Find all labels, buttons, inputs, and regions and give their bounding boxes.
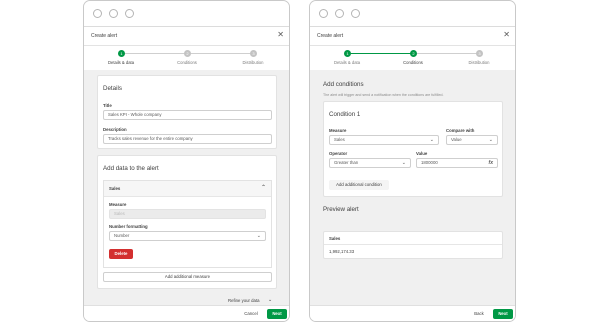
compare-with-select[interactable]: Value ⌄ <box>446 135 498 145</box>
next-button[interactable]: Next <box>267 309 287 319</box>
add-data-heading: Add data to the alert <box>103 165 159 172</box>
chevron-down-icon: ⌄ <box>429 137 434 143</box>
measure-panel: Sales ⌃ Measure Sales Number formatting … <box>103 180 272 268</box>
progress-stepper: 1 2 3 Details & data Conditions Distribu… <box>310 46 515 70</box>
window-control-circle[interactable] <box>125 9 134 18</box>
number-formatting-label: Number formatting <box>109 224 148 229</box>
value-input-text: 1800000 <box>421 160 438 165</box>
window-titlebar <box>310 1 515 27</box>
number-formatting-value: Number <box>114 233 130 238</box>
preview-alert-heading: Preview alert <box>323 206 359 213</box>
operator-value: Greater than <box>334 160 359 165</box>
step-label-distribution: Distribution <box>468 60 490 65</box>
step-circle-details: 1 <box>118 50 125 57</box>
chevron-down-icon: ⌄ <box>256 233 261 239</box>
step-label-conditions: Conditions <box>403 60 423 65</box>
step-connector <box>351 53 413 54</box>
add-data-card: Add data to the alert Sales ⌃ Measure Sa… <box>97 155 277 289</box>
condition-measure-value: Sales <box>334 137 345 142</box>
refine-data-label: Refine your data <box>228 298 260 303</box>
dialog-footer: Back Next <box>310 305 515 321</box>
cancel-button[interactable]: Cancel <box>240 309 262 319</box>
step-label-conditions: Conditions <box>177 60 197 65</box>
step-label-details: Details & data <box>333 60 361 65</box>
preview-table: Sales 1,992,174.33 <box>323 231 503 259</box>
window-control-circle[interactable] <box>319 9 328 18</box>
value-input[interactable]: 1800000 fx <box>416 158 498 168</box>
function-icon[interactable]: fx <box>489 159 493 167</box>
chevron-down-icon: ⌄ <box>488 137 493 143</box>
dialog-header: Create alert ✕ <box>84 27 289 46</box>
title-label: Title <box>103 103 112 108</box>
dialog-header: Create alert ✕ <box>310 27 515 46</box>
step-connector <box>417 53 479 54</box>
condition-measure-label: Measure <box>329 128 347 133</box>
step-circle-distribution: 3 <box>476 50 483 57</box>
compare-with-value: Value <box>451 137 462 142</box>
step-circle-conditions: 2 <box>184 50 191 57</box>
preview-cell-value: 1,992,174.33 <box>329 249 355 254</box>
step-connector <box>191 53 253 54</box>
step-connector <box>125 53 187 54</box>
preview-column-header: Sales <box>329 236 341 241</box>
details-card: Details Title Sales KPI - Whole company … <box>97 75 277 149</box>
measure-panel-header[interactable]: Sales ⌃ <box>104 181 271 197</box>
delete-measure-button[interactable]: Delete <box>109 249 133 259</box>
progress-stepper: 1 2 3 Details & data Conditions Distribu… <box>84 46 289 70</box>
dialog-content: Details Title Sales KPI - Whole company … <box>84 70 289 321</box>
window-control-circle[interactable] <box>93 9 102 18</box>
chevron-up-icon[interactable]: ⌃ <box>261 184 266 191</box>
alert-window-conditions: Create alert ✕ 1 2 3 Details & data Cond… <box>309 0 516 322</box>
dialog-title: Create alert <box>317 33 344 39</box>
description-input[interactable]: Tracks sales revenue for the entire comp… <box>103 134 272 144</box>
add-conditions-heading: Add conditions <box>323 81 364 88</box>
add-measure-button[interactable]: Add additional measure <box>103 272 272 282</box>
close-icon[interactable]: ✕ <box>277 30 284 40</box>
chevron-down-icon: ⌄ <box>401 160 406 166</box>
compare-with-label: Compare with <box>446 128 475 133</box>
value-label: Value <box>416 151 428 156</box>
step-label-distribution: Distribution <box>242 60 264 65</box>
add-conditions-description: The alert will trigger and send a notifi… <box>323 93 444 97</box>
step-label-details: Details & data <box>107 60 135 65</box>
description-label: Description <box>103 127 127 132</box>
dialog-content: Add conditions The alert will trigger an… <box>310 70 515 321</box>
condition-title: Condition 1 <box>329 111 361 118</box>
back-button[interactable]: Back <box>470 309 488 319</box>
measure-panel-title: Sales <box>109 186 121 191</box>
operator-select[interactable]: Greater than ⌄ <box>329 158 411 168</box>
window-titlebar <box>84 1 289 27</box>
title-input[interactable]: Sales KPI - Whole company <box>103 110 272 120</box>
condition-measure-select[interactable]: Sales ⌄ <box>329 135 439 145</box>
window-control-circle[interactable] <box>109 9 118 18</box>
next-button[interactable]: Next <box>493 309 513 319</box>
step-circle-details: 1 <box>344 50 351 57</box>
chevron-down-icon: ⌄ <box>268 297 273 303</box>
window-control-circle[interactable] <box>335 9 344 18</box>
measure-label: Measure <box>109 202 127 207</box>
number-formatting-select[interactable]: Number ⌄ <box>109 231 266 241</box>
operator-label: Operator <box>329 151 348 156</box>
details-heading: Details <box>103 85 122 92</box>
measure-input: Sales <box>109 209 266 219</box>
step-circle-distribution: 3 <box>250 50 257 57</box>
preview-table-header: Sales <box>324 232 502 245</box>
step-circle-conditions: 2 <box>410 50 417 57</box>
dialog-footer: Cancel Next <box>84 305 289 321</box>
window-control-circle[interactable] <box>351 9 360 18</box>
condition-card: Condition 1 Measure Sales ⌄ Compare with… <box>323 101 503 197</box>
close-icon[interactable]: ✕ <box>503 30 510 40</box>
add-condition-button[interactable]: Add additional condition <box>329 180 389 190</box>
alert-window-details: Create alert ✕ 1 2 3 Details & data Cond… <box>83 0 290 322</box>
dialog-title: Create alert <box>91 33 118 39</box>
